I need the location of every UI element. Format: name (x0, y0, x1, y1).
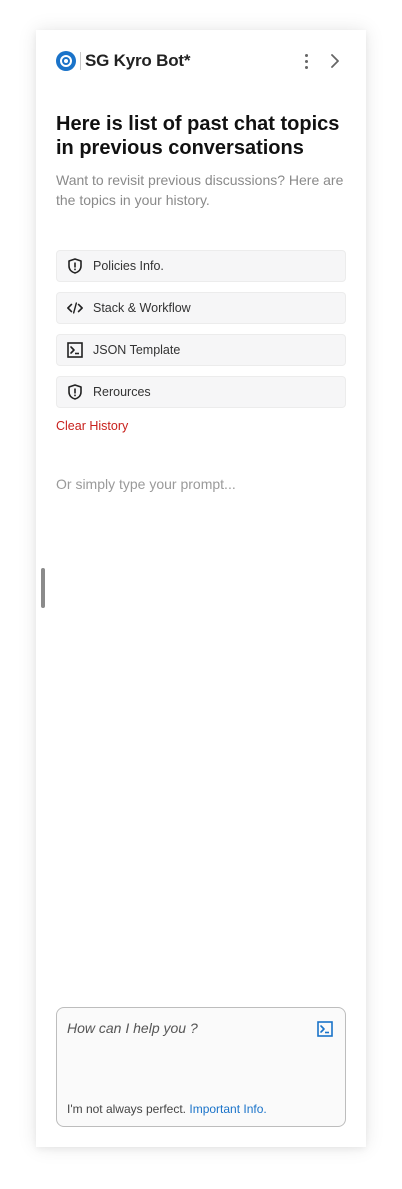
logo-icon (56, 51, 76, 71)
topic-item-json-template[interactable]: JSON Template (56, 334, 346, 366)
topic-label: Stack & Workflow (93, 301, 191, 315)
terminal-icon (67, 342, 83, 358)
chat-input[interactable] (67, 1020, 297, 1080)
topic-list: Policies Info. Stack & Workflow JSON Tem… (56, 250, 346, 418)
topic-label: Policies Info. (93, 259, 164, 273)
header: SG Kyro Bot* (56, 50, 346, 72)
code-icon (67, 300, 83, 316)
important-info-link[interactable]: Important Info. (189, 1102, 266, 1116)
logo-divider (80, 52, 81, 70)
kebab-icon[interactable] (296, 50, 316, 72)
page-subtitle: Want to revisit previous discussions? He… (56, 172, 344, 208)
topic-item-policies[interactable]: Policies Info. (56, 250, 346, 282)
topic-label: JSON Template (93, 343, 181, 357)
scrollbar-handle[interactable] (41, 568, 45, 608)
send-terminal-icon[interactable] (317, 1021, 333, 1037)
shield-icon (67, 384, 83, 400)
header-actions (296, 50, 346, 72)
topic-label: Rerources (93, 385, 151, 399)
disclaimer-text: I'm not always perfect. (67, 1102, 187, 1116)
page-title: Here is list of past chat topics in prev… (56, 113, 340, 159)
chat-panel: SG Kyro Bot* Here is list of past chat t… (36, 30, 366, 1147)
chat-input-box: I'm not always perfect. Important Info. (56, 1007, 346, 1127)
clear-history-link[interactable]: Clear History (56, 419, 128, 433)
chevron-right-icon[interactable] (324, 50, 346, 72)
topic-item-stack-workflow[interactable]: Stack & Workflow (56, 292, 346, 324)
prompt-hint: Or simply type your prompt... (56, 476, 236, 492)
disclaimer: I'm not always perfect. Important Info. (67, 1102, 267, 1116)
shield-icon (67, 258, 83, 274)
topic-item-resources[interactable]: Rerources (56, 376, 346, 408)
app-title: SG Kyro Bot* (85, 51, 191, 70)
